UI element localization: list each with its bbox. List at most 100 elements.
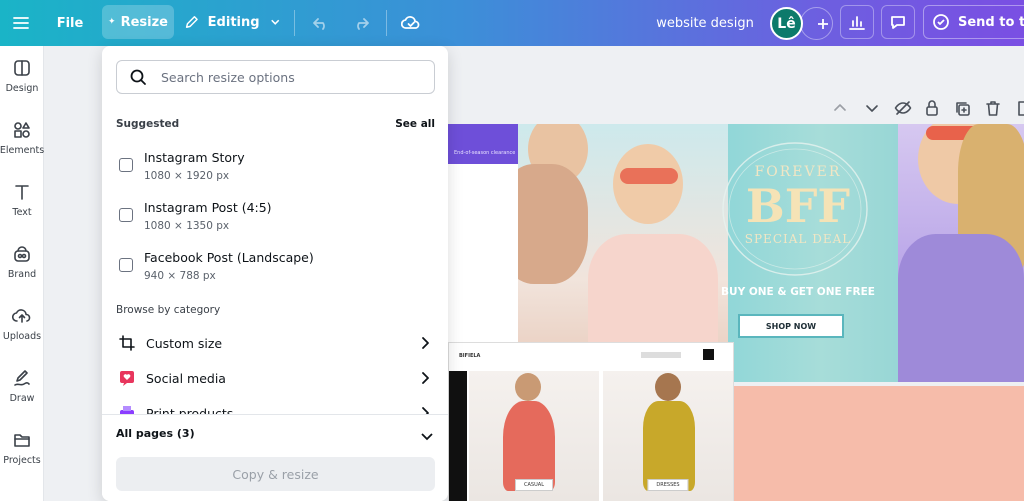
option-title: Facebook Post (Landscape) [144, 250, 314, 265]
divider [294, 10, 295, 36]
custom-size-icon [118, 334, 136, 352]
resize-label: Resize [120, 14, 168, 30]
promo-strip: End-of-season clearance [448, 124, 521, 164]
sidebar-item-label: Projects [3, 455, 41, 466]
social-media-icon [118, 369, 136, 387]
product-card: CASUAL [469, 371, 599, 501]
resize-panel: Suggested See all Instagram Story 1080 ×… [102, 46, 448, 501]
search-icon [130, 69, 146, 85]
page-toolbar [832, 96, 1024, 120]
pencil-icon [185, 16, 198, 28]
option-size: 1080 × 1350 px [144, 220, 230, 232]
product-card-partial [449, 371, 467, 501]
cloud-saved-icon[interactable] [396, 0, 426, 46]
send-label: Send to tea [958, 14, 1024, 30]
sidebar-item-draw[interactable]: Draw [0, 358, 44, 414]
document-title[interactable]: website design [650, 0, 760, 46]
sidebar-item-elements[interactable]: Elements [0, 110, 44, 166]
search-bar-mock [641, 352, 681, 358]
design-icon [14, 60, 30, 76]
undo-icon[interactable] [306, 0, 336, 46]
insights-button[interactable] [840, 5, 874, 39]
projects-icon [14, 434, 30, 447]
canvas-page-peach [734, 386, 1024, 501]
checkbox[interactable] [119, 208, 133, 222]
top-bar: File ✦ Resize Editing website design Lê … [0, 0, 1024, 46]
chevron-down-icon[interactable] [420, 429, 434, 443]
option-title: Instagram Post (4:5) [144, 200, 272, 215]
sidebar-item-label: Draw [9, 393, 35, 404]
product-page-thumbnail[interactable]: BIFIELA CASUAL DRESSES [448, 342, 734, 501]
promo-strip-text: End-of-season clearance [454, 150, 516, 156]
option-size: 940 × 788 px [144, 270, 216, 282]
banner-special-deal: SPECIAL DEAL [744, 232, 852, 246]
category-social-media[interactable]: Social media [116, 363, 436, 393]
plus-icon [817, 18, 828, 29]
file-menu[interactable]: File [52, 0, 88, 46]
see-all-link[interactable]: See all [395, 118, 435, 130]
comments-button[interactable] [881, 5, 915, 39]
divider [386, 10, 387, 36]
product-tag: CASUAL [515, 479, 553, 491]
avatar[interactable]: Lê [770, 7, 803, 40]
product-page-header: BIFIELA [449, 343, 735, 369]
model-head [515, 373, 541, 401]
model-jacket [898, 234, 1024, 382]
category-custom-size[interactable]: Custom size [116, 328, 436, 358]
search-input[interactable] [161, 69, 421, 85]
sidebar-item-brand[interactable]: Brand [0, 234, 44, 290]
red-dress [503, 401, 555, 491]
resize-option-instagram-story[interactable]: Instagram Story 1080 × 1920 px [116, 148, 436, 188]
shop-now-button[interactable]: SHOP NOW [738, 314, 844, 338]
add-page-icon[interactable] [1015, 100, 1024, 117]
sidebar: Design Elements Text Brand Uploads Draw … [0, 46, 44, 501]
comment-icon [891, 16, 905, 29]
redo-icon[interactable] [346, 0, 376, 46]
lock-icon[interactable] [924, 99, 940, 117]
option-title: Instagram Story [144, 150, 245, 165]
category-label: Social media [146, 370, 226, 386]
resize-option-facebook-post[interactable]: Facebook Post (Landscape) 940 × 788 px [116, 248, 436, 288]
category-label: Custom size [146, 335, 223, 351]
duplicate-page-icon[interactable] [954, 100, 971, 117]
browse-category-heading: Browse by category [116, 304, 221, 316]
uploads-icon [12, 309, 31, 323]
chevron-down-icon [270, 19, 279, 25]
resize-search[interactable] [116, 60, 435, 94]
editing-mode-dropdown[interactable]: Editing [184, 5, 280, 39]
chevron-down-icon[interactable] [864, 100, 880, 116]
hero-photo-right [898, 124, 1024, 382]
send-to-teacher-button[interactable]: Send to tea [923, 5, 1024, 39]
add-collaborator-button[interactable] [800, 7, 833, 40]
suggested-heading: Suggested [116, 118, 180, 130]
model-head [655, 373, 681, 401]
chevron-up-icon[interactable] [832, 100, 848, 116]
sidebar-item-text[interactable]: Text [0, 172, 44, 228]
gold-dress [643, 401, 695, 491]
banner-offer: BUY ONE & GET ONE FREE [721, 286, 875, 298]
model-face [613, 144, 683, 224]
checkbox[interactable] [119, 258, 133, 272]
hide-icon[interactable] [894, 99, 912, 117]
sidebar-item-label: Brand [7, 269, 37, 280]
model-arm [518, 164, 588, 284]
banner-forever: FOREVER [754, 164, 842, 180]
elements-icon [14, 122, 30, 138]
menu-icon[interactable] [6, 0, 36, 46]
all-pages-selector[interactable]: All pages (3) [116, 427, 195, 440]
bff-title-block: FOREVER BFF SPECIAL DEAL [718, 164, 878, 246]
checkbox[interactable] [119, 158, 133, 172]
chevron-right-icon [422, 372, 429, 384]
text-icon [15, 185, 29, 200]
copy-and-resize-button[interactable]: Copy & resize [116, 457, 435, 491]
trash-icon[interactable] [985, 100, 1001, 117]
sidebar-item-projects[interactable]: Projects [0, 420, 44, 476]
resize-button[interactable]: ✦ Resize [102, 5, 174, 39]
draw-icon [14, 370, 30, 386]
bar-chart-icon [849, 16, 865, 30]
resize-option-instagram-post[interactable]: Instagram Post (4:5) 1080 × 1350 px [116, 198, 436, 238]
sidebar-item-design[interactable]: Design [0, 48, 44, 104]
sidebar-item-uploads[interactable]: Uploads [0, 296, 44, 352]
resize-panel-footer: All pages (3) Copy & resize [102, 414, 448, 501]
sidebar-item-label: Elements [0, 145, 45, 156]
